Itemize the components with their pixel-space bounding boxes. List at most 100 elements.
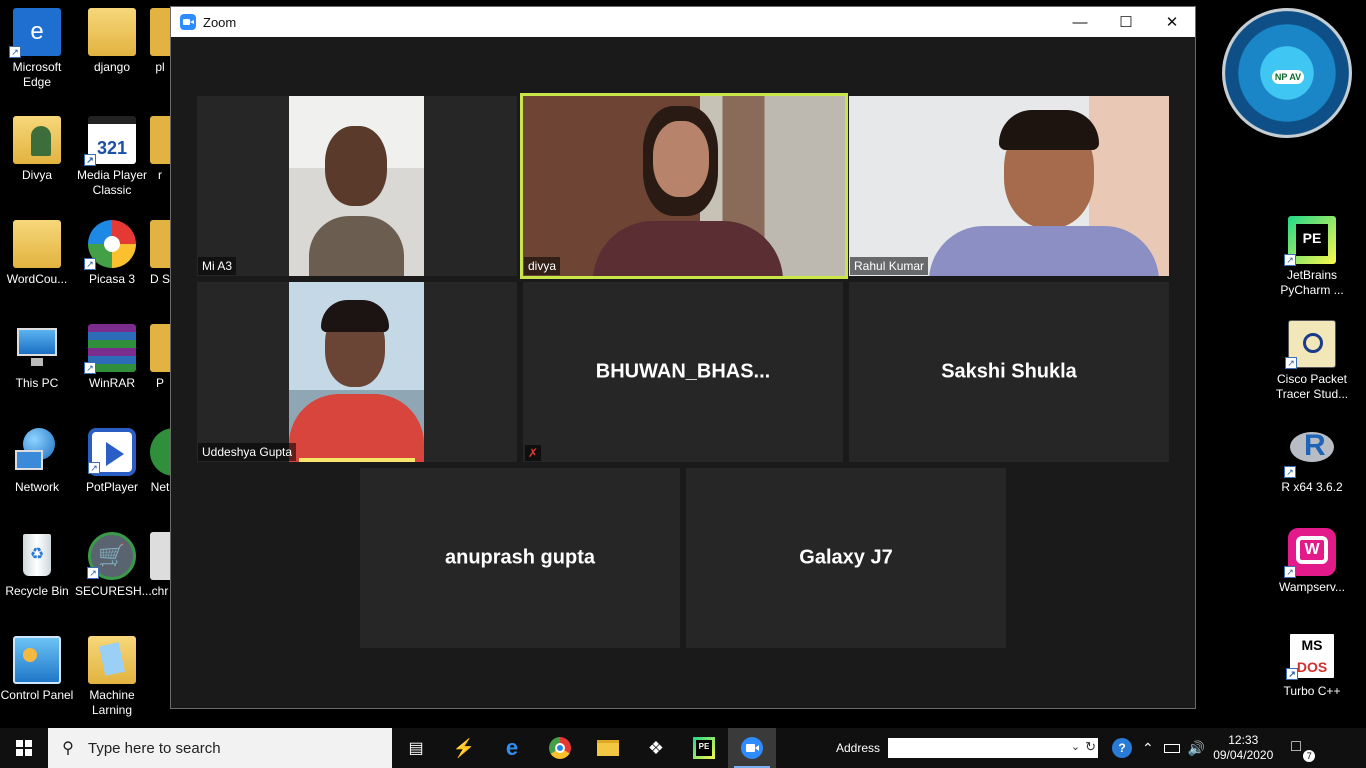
start-button[interactable] [0, 728, 48, 768]
participant-name: Galaxy J7 [799, 546, 893, 569]
help-icon[interactable]: ? [1112, 738, 1133, 758]
desktop-icon-edge[interactable]: e ↗ Microsoft Edge [0, 8, 74, 90]
desktop-icon-django[interactable]: django [75, 8, 149, 75]
task-view-button[interactable]: ▤ [392, 728, 440, 768]
participant-name: Rahul Kumar [850, 257, 929, 275]
folder-icon [150, 324, 170, 372]
npav-widget[interactable]: NP AV [1222, 8, 1352, 138]
folder-icon [13, 220, 61, 268]
active-audio-indicator [299, 458, 415, 462]
desktop-icon-divya[interactable]: Divya [0, 116, 74, 183]
zoom-icon [741, 737, 763, 759]
taskbar-app-file-explorer[interactable] [584, 728, 632, 768]
desktop-icon-p[interactable]: P [150, 324, 170, 391]
turbo-cpp-icon: MS DOS ↗ [1286, 632, 1336, 680]
notification-badge: 7 [1303, 750, 1316, 762]
desktop-icon-packet-tracer[interactable]: ↗ Cisco Packet Tracer Stud... [1275, 320, 1349, 402]
network-icon [13, 428, 61, 476]
taskbar-search-box[interactable]: ⚲ Type here to search [48, 728, 392, 768]
edge-icon: e ↗ [9, 8, 61, 58]
zoom-window: Zoom — ☐ ✕ Mi A3 divya Rahul Kumar Uddes… [170, 6, 1196, 709]
desktop-icon-turbo-cpp[interactable]: MS DOS ↗ Turbo C++ [1275, 632, 1349, 699]
participant-video [523, 96, 845, 276]
desktop-icon-picasa[interactable]: ↗ Picasa 3 [75, 220, 149, 287]
desktop-icon-ds[interactable]: D S [150, 220, 170, 287]
participant-tile-anuprash-gupta[interactable]: anuprash gupta [360, 468, 680, 648]
participant-tile-bhuwan[interactable]: BHUWAN_BHAS... ✗ [523, 282, 843, 462]
control-panel-icon [13, 636, 61, 684]
computer-icon [13, 324, 61, 372]
folder-icon [88, 8, 136, 56]
desktop-icon-r-x64[interactable]: R ↗ R x64 3.6.2 [1275, 428, 1349, 495]
desktop-icon-control-panel[interactable]: Control Panel [0, 636, 74, 703]
desktop-icon-recycle-bin[interactable]: ♻ Recycle Bin [0, 532, 74, 599]
desktop-icon-network[interactable]: Network [0, 428, 74, 495]
desktop-icon-winrar[interactable]: ↗ WinRAR [75, 324, 149, 391]
user-folder-icon [13, 116, 61, 164]
participant-tile-sakshi-shukla[interactable]: Sakshi Shukla [849, 282, 1169, 462]
volume-icon[interactable]: 🔊 [1188, 740, 1205, 757]
notification-icon: □ [1291, 738, 1301, 755]
npav-logo: NP AV [1272, 70, 1304, 84]
desktop-icon-pl[interactable]: pl [150, 8, 170, 75]
dropbox-icon: ❖ [647, 737, 665, 758]
bolt-icon: ⚡ [452, 737, 476, 758]
desktop-icon-media-player-classic[interactable]: 321 ↗ Media Player Classic [75, 116, 149, 198]
zoom-titlebar[interactable]: Zoom — ☐ ✕ [171, 7, 1195, 37]
desktop-icon-potplayer[interactable]: ↗ PotPlayer [75, 428, 149, 495]
taskbar-app-dropbox[interactable]: ❖ [632, 728, 680, 768]
desktop-icon-chr[interactable]: chr [150, 532, 170, 599]
desktop-icon-pycharm[interactable]: PE ↗ JetBrains PyCharm ... [1275, 216, 1349, 298]
participant-tile-rahul-kumar[interactable]: Rahul Kumar [849, 96, 1169, 276]
participant-video [849, 96, 1169, 276]
chevron-up-icon[interactable]: ⌃ [1142, 740, 1154, 757]
maximize-button[interactable]: ☐ [1103, 7, 1149, 37]
participant-name: Uddeshya Gupta [198, 443, 297, 461]
participant-tile-galaxy-j7[interactable]: Galaxy J7 [686, 468, 1006, 648]
clock-time: 12:33 [1228, 733, 1259, 747]
desktop-icon-r[interactable]: r [150, 116, 170, 183]
secureshop-icon: 🛒 ↗ [87, 532, 136, 580]
close-button[interactable]: ✕ [1149, 7, 1195, 37]
desktop-icon-wampserver[interactable]: W ↗ Wampserv... [1275, 528, 1349, 595]
system-tray: ? ⌃ 🔊 [1112, 738, 1205, 758]
action-center-button[interactable]: □ 7 [1291, 738, 1316, 762]
taskbar-app-chrome[interactable] [536, 728, 584, 768]
desktop-icon-secureshop[interactable]: 🛒 ↗ SECURESH... [75, 532, 152, 599]
taskbar: ⚲ Type here to search ▤ ⚡ e ❖ PE Address… [0, 728, 1366, 768]
minimize-button[interactable]: — [1057, 7, 1103, 37]
search-icon: ⚲ [62, 740, 74, 757]
participant-tile-divya[interactable]: divya [520, 93, 848, 279]
desktop-icon-net[interactable]: Net [150, 428, 170, 495]
muted-mic-icon: ✗ [525, 445, 541, 461]
folder-icon [150, 220, 170, 268]
participant-name: BHUWAN_BHAS... [595, 360, 771, 383]
refresh-icon[interactable]: ↻ [1085, 739, 1096, 755]
potplayer-icon: ↗ [88, 428, 136, 476]
clock-date: 09/04/2020 [1213, 748, 1274, 762]
participant-video [289, 96, 424, 276]
desktop-icon-wordcount[interactable]: WordCou... [0, 220, 74, 287]
participant-tile-mi-a3[interactable]: Mi A3 [197, 96, 517, 276]
taskbar-app-edge[interactable]: e [488, 728, 536, 768]
desktop-icon-this-pc[interactable]: This PC [0, 324, 74, 391]
taskbar-app-vs[interactable]: ⚡ [440, 728, 488, 768]
battery-icon[interactable] [1163, 743, 1180, 753]
address-toolbar-label: Address [836, 741, 881, 755]
folder-icon [597, 740, 619, 756]
window-title: Zoom [203, 14, 237, 30]
clock[interactable]: 12:33 09/04/2020 [1213, 733, 1273, 763]
media-player-icon: 321 ↗ [84, 116, 136, 166]
r-language-icon: R ↗ [1284, 428, 1336, 478]
task-view-icon: ▤ [408, 740, 424, 757]
taskbar-app-pycharm[interactable]: PE [680, 728, 728, 768]
address-input[interactable]: ⌄ ↻ [888, 738, 1099, 758]
desktop-icon-machine-larning[interactable]: Machine Larning [75, 636, 149, 718]
participant-name: Mi A3 [198, 257, 237, 275]
chevron-down-icon: ⌄ [1070, 741, 1081, 753]
participant-tile-uddeshya-gupta[interactable]: Uddeshya Gupta [197, 282, 517, 462]
taskbar-app-zoom[interactable] [728, 728, 776, 768]
app-icon [150, 428, 170, 476]
edge-icon: e [505, 735, 519, 760]
pycharm-icon: PE [693, 737, 715, 759]
